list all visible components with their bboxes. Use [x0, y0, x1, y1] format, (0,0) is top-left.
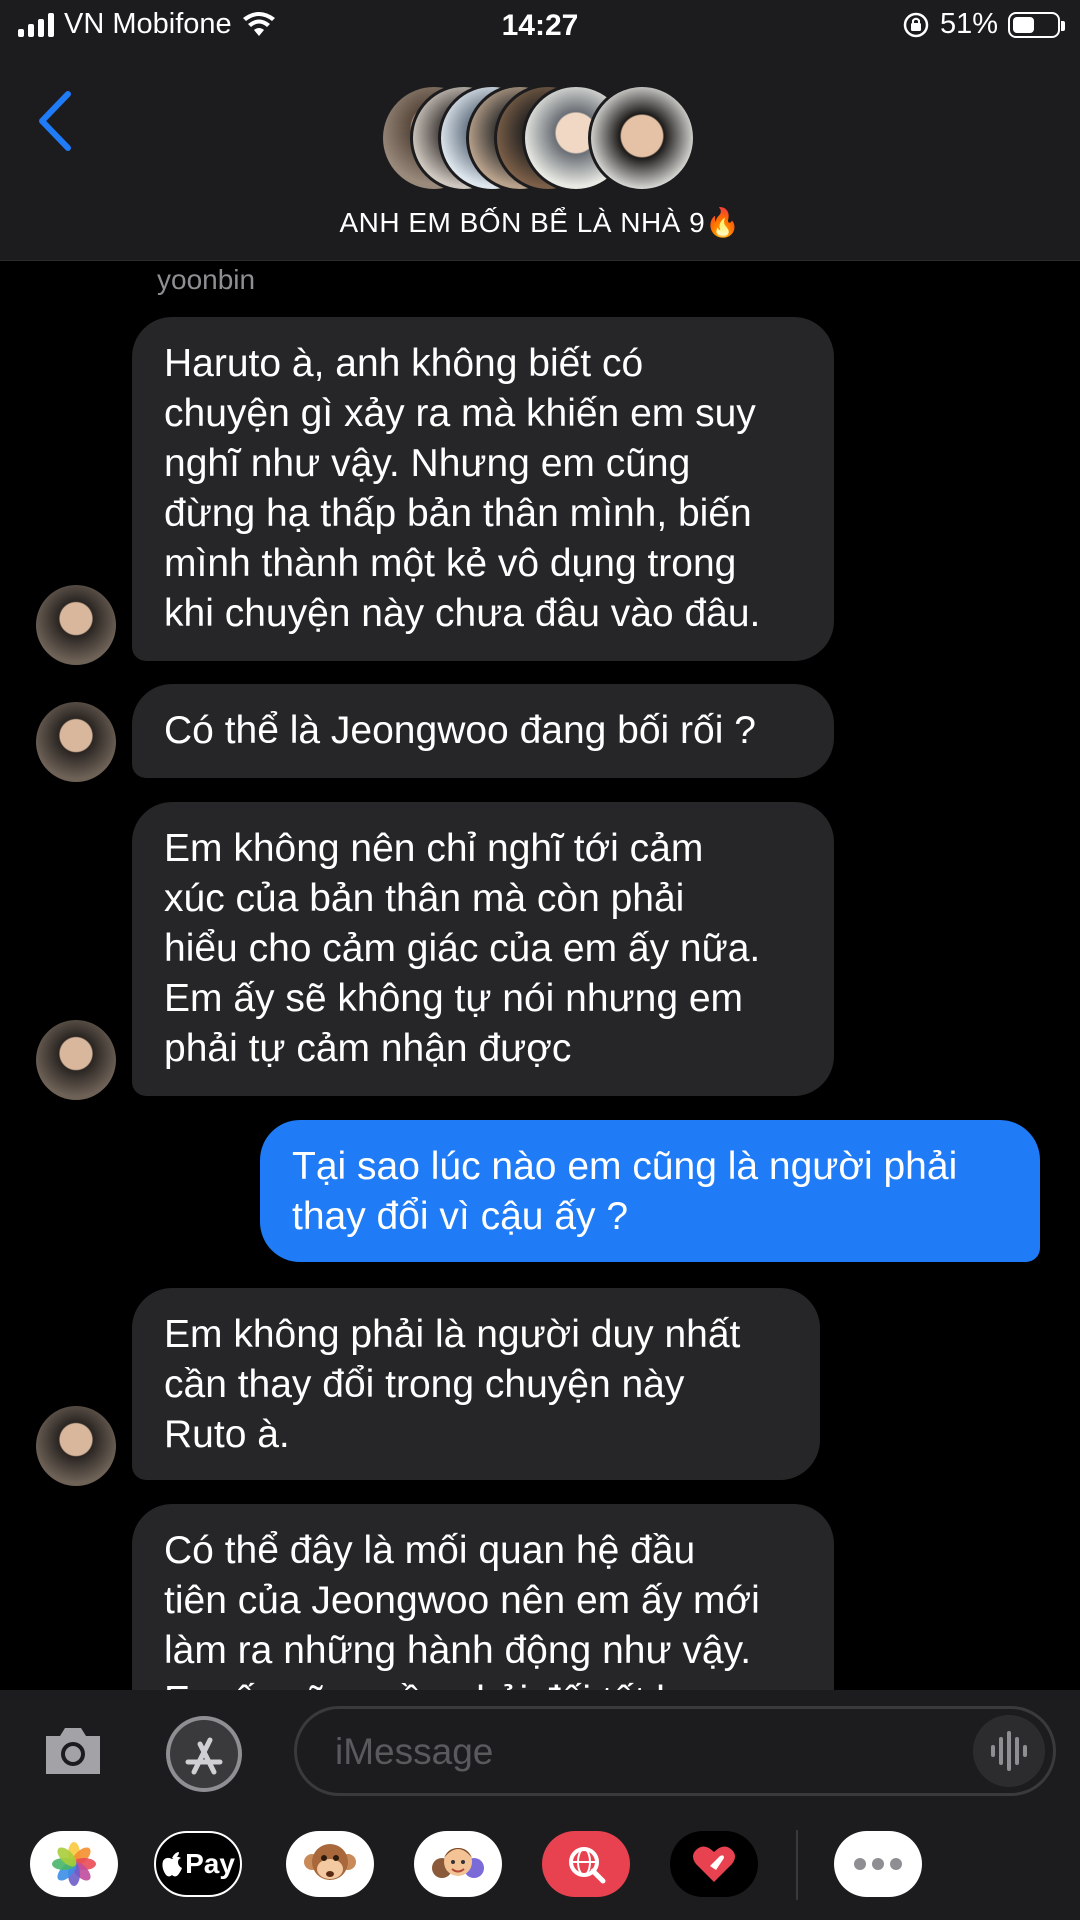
app-drawer: Pay [0, 1810, 1080, 1920]
incoming-message-bubble[interactable]: Em không phải là người duy nhất cần thay… [132, 1288, 820, 1480]
incoming-message-bubble[interactable]: Có thể là Jeongwoo đang bối rối ? [132, 684, 834, 778]
more-icon[interactable] [834, 1831, 922, 1897]
sender-avatar [36, 702, 116, 782]
message-list[interactable]: yoonbin Haruto à, anh không biết có chuy… [0, 260, 1080, 1690]
status-bar: VN Mobifone 14:27 51% [0, 0, 1080, 56]
animoji-icon[interactable] [286, 1831, 374, 1897]
compose-bar: iMessage [0, 1690, 1080, 1810]
web-search-icon[interactable] [542, 1831, 630, 1897]
orientation-lock-icon [903, 12, 929, 37]
sender-avatar [36, 585, 116, 665]
message-input[interactable]: iMessage [294, 1706, 1056, 1796]
sender-avatar [36, 1020, 116, 1100]
apple-pay-label: Pay [185, 1848, 235, 1879]
apple-logo-icon [162, 1852, 183, 1877]
group-name[interactable]: ANH EM BỐN BỂ LÀ NHÀ 9🔥 [0, 206, 1080, 239]
back-chevron-icon[interactable] [30, 86, 80, 156]
app-store-icon[interactable] [164, 1714, 244, 1794]
group-avatar-stack[interactable] [380, 84, 700, 196]
drawer-divider [796, 1830, 798, 1900]
conversation-header: ANH EM BỐN BỂ LÀ NHÀ 9🔥 [0, 56, 1080, 261]
message-placeholder: iMessage [335, 1731, 494, 1772]
outgoing-message-bubble[interactable]: Tại sao lúc nào em cũng là người phải th… [260, 1120, 1040, 1262]
apple-pay-icon[interactable]: Pay [154, 1831, 242, 1897]
group-member-avatar [588, 84, 696, 192]
memoji-icon[interactable] [414, 1831, 502, 1897]
battery-percent: 51% [939, 8, 998, 40]
photos-icon[interactable] [30, 1831, 118, 1897]
battery-level [1013, 16, 1034, 33]
incoming-message-bubble[interactable]: Em không nên chỉ nghĩ tới cảm xúc của bả… [132, 802, 834, 1096]
sender-avatar [36, 1406, 116, 1486]
camera-icon[interactable] [40, 1718, 106, 1784]
sender-name: yoonbin [157, 264, 256, 295]
battery-icon [1008, 11, 1065, 38]
audio-message-icon[interactable] [973, 1715, 1045, 1787]
incoming-message-bubble[interactable]: Có thể đây là mối quan hệ đầu tiên của J… [132, 1504, 834, 1690]
incoming-message-bubble[interactable]: Haruto à, anh không biết có chuyện gì xả… [132, 317, 834, 661]
digital-touch-icon[interactable] [670, 1831, 758, 1897]
status-right: 51% [902, 8, 1065, 41]
